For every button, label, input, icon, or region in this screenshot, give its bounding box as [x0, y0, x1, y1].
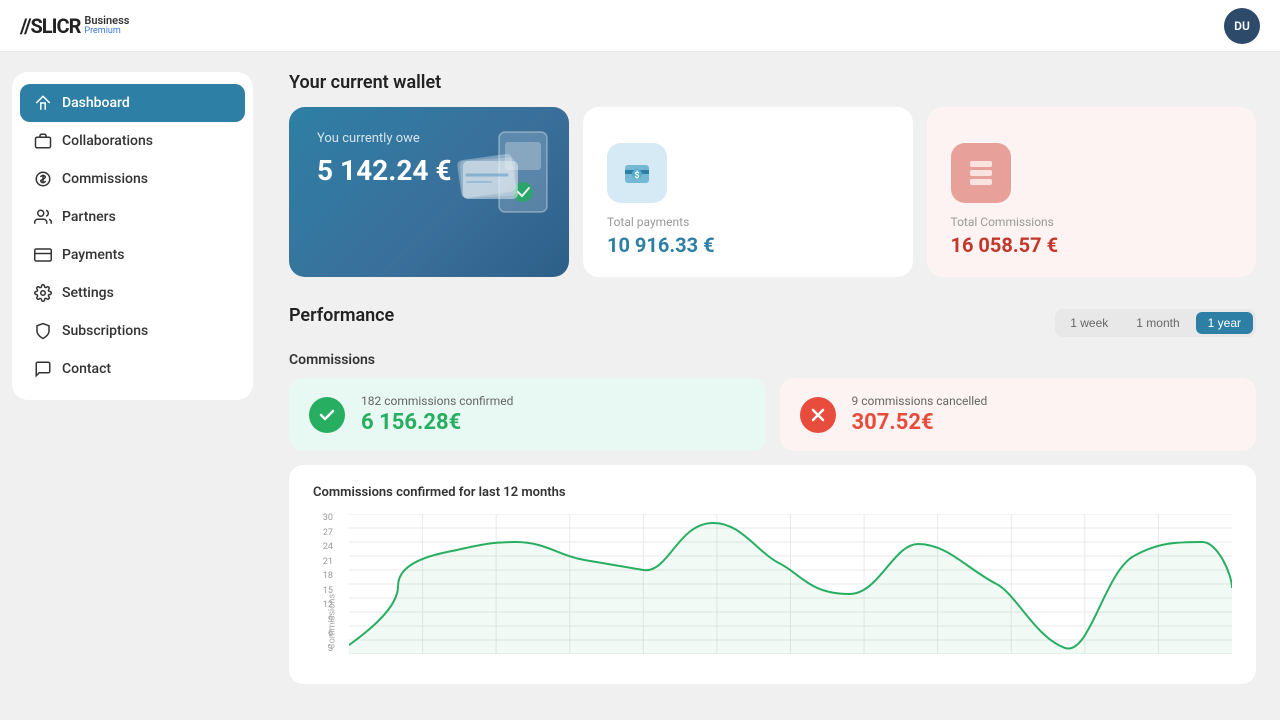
total-payments-label: Total payments [607, 215, 689, 229]
payments-icon-wrap: $ [607, 143, 667, 203]
wallet-card-payments: $ Total payments 10 916.33 € [583, 107, 913, 277]
commission-cards: 182 commissions confirmed 6 156.28€ 9 co… [289, 378, 1256, 451]
logo-business: Business Premium [84, 15, 129, 37]
commissions-icon [965, 157, 997, 189]
period-btn-week[interactable]: 1 week [1058, 312, 1120, 334]
logo: //SLICR Business Premium [20, 14, 129, 38]
logo-business-label: Business [84, 15, 129, 27]
sidebar-item-payments[interactable]: Payments [20, 236, 245, 274]
briefcase-icon [34, 132, 52, 150]
cancelled-icon-wrap [800, 397, 836, 433]
svg-text:$: $ [634, 170, 639, 181]
performance-title: Performance [289, 305, 394, 326]
total-commissions-label: Total Commissions [951, 215, 1054, 229]
y-label-30: 30 [323, 514, 333, 523]
wallet-owe-label: You currently owe [317, 131, 541, 146]
confirmed-info: 182 commissions confirmed 6 156.28€ [361, 394, 513, 435]
cancelled-amount: 307.52€ [852, 410, 988, 435]
period-buttons: 1 week 1 month 1 year [1055, 309, 1256, 337]
sidebar-item-collaborations-label: Collaborations [62, 133, 153, 149]
users-icon [34, 208, 52, 226]
sidebar-item-partners[interactable]: Partners [20, 198, 245, 236]
sidebar-item-dashboard-label: Dashboard [62, 95, 130, 111]
gear-icon [34, 284, 52, 302]
commission-card-cancelled: 9 commissions cancelled 307.52€ [780, 378, 1257, 451]
confirmed-amount: 6 156.28€ [361, 410, 513, 435]
chart-card: Commissions confirmed for last 12 months… [289, 465, 1256, 684]
wallet-title: Your current wallet [289, 72, 1256, 93]
check-icon [318, 406, 336, 424]
chart-y-axis-label: Commissions [328, 594, 338, 649]
commissions-section-label: Commissions [289, 352, 1256, 368]
chat-icon [34, 360, 52, 378]
period-btn-year[interactable]: 1 year [1196, 312, 1253, 334]
total-commissions-amount: 16 058.57 € [951, 233, 1059, 257]
commission-card-confirmed: 182 commissions confirmed 6 156.28€ [289, 378, 766, 451]
credit-card-icon [34, 246, 52, 264]
total-payments-amount: 10 916.33 € [607, 233, 715, 257]
commissions-icon-wrap [951, 143, 1011, 203]
sidebar: Dashboard Collaborations Commissions [0, 52, 265, 720]
chart-container: Commissions 30 27 24 21 18 15 12 9 6 3 [313, 514, 1232, 664]
sidebar-item-subscriptions-label: Subscriptions [62, 323, 148, 339]
logo-slicr: //SLICR [20, 14, 80, 38]
wallet-card-owe: You currently owe 5 142.24 € [289, 107, 569, 277]
period-btn-month[interactable]: 1 month [1124, 312, 1191, 334]
sidebar-item-commissions-label: Commissions [62, 171, 148, 187]
sidebar-item-subscriptions[interactable]: Subscriptions [20, 312, 245, 350]
wallet-cards: You currently owe 5 142.24 € $ Total pay… [289, 107, 1256, 277]
cancelled-count: 9 commissions cancelled [852, 394, 988, 408]
header: //SLICR Business Premium DU [0, 0, 1280, 52]
avatar[interactable]: DU [1224, 8, 1260, 44]
shield-icon [34, 322, 52, 340]
main-layout: Dashboard Collaborations Commissions [0, 52, 1280, 720]
chart-svg [349, 514, 1232, 654]
wallet-owe-amount: 5 142.24 € [317, 154, 541, 187]
cancelled-info: 9 commissions cancelled 307.52€ [852, 394, 988, 435]
x-icon [809, 406, 827, 424]
confirmed-count: 182 commissions confirmed [361, 394, 513, 408]
y-label-18: 18 [323, 572, 333, 581]
sidebar-item-dashboard[interactable]: Dashboard [20, 84, 245, 122]
sidebar-card: Dashboard Collaborations Commissions [12, 72, 253, 400]
sidebar-item-contact-label: Contact [62, 361, 111, 377]
performance-header: Performance 1 week 1 month 1 year [289, 305, 1256, 340]
wallet-card-commissions: Total Commissions 16 058.57 € [927, 107, 1257, 277]
y-label-24: 24 [323, 543, 333, 552]
y-label-21: 21 [323, 558, 333, 567]
chart-area [349, 514, 1232, 664]
payments-icon: $ [621, 157, 653, 189]
sidebar-item-collaborations[interactable]: Collaborations [20, 122, 245, 160]
main-content: Your current wallet [265, 52, 1280, 720]
home-icon [34, 94, 52, 112]
sidebar-item-settings-label: Settings [62, 285, 114, 301]
logo-plan-label: Premium [84, 27, 129, 37]
y-label-27: 27 [323, 529, 333, 538]
sidebar-item-commissions[interactable]: Commissions [20, 160, 245, 198]
chart-title: Commissions confirmed for last 12 months [313, 485, 1232, 500]
dollar-circle-icon [34, 170, 52, 188]
confirmed-icon-wrap [309, 397, 345, 433]
sidebar-item-partners-label: Partners [62, 209, 116, 225]
sidebar-item-contact[interactable]: Contact [20, 350, 245, 388]
sidebar-item-payments-label: Payments [62, 247, 125, 263]
sidebar-item-settings[interactable]: Settings [20, 274, 245, 312]
